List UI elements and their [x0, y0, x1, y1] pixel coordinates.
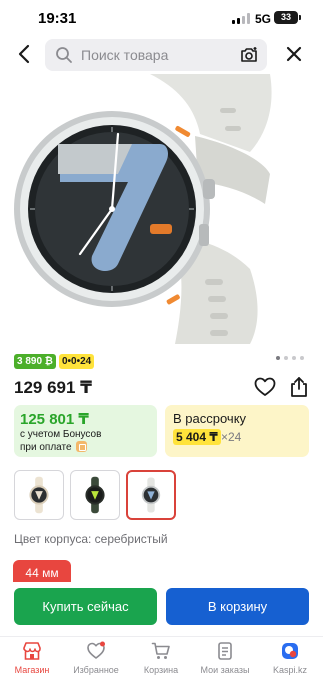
tab-cart[interactable]: Корзина — [129, 641, 193, 685]
promo-badges: 3 890 ₿ 0•0•24 — [14, 354, 95, 369]
installment-card[interactable]: В рассрочку 5 404 ₸ ×24 — [165, 405, 309, 457]
bottom-tab-bar: Магазин Избранное Корзина Мои заказы Kas… — [0, 636, 323, 699]
status-time: 19:31 — [38, 10, 77, 27]
variant-silver[interactable] — [126, 470, 176, 520]
bonus-badge: 3 890 ₿ — [14, 354, 56, 369]
tab-label-shop: Магазин — [14, 665, 50, 675]
tab-label-cart: Корзина — [143, 665, 179, 675]
tab-label-kaspi: Kaspi.kz — [272, 665, 307, 675]
shop-icon — [23, 642, 41, 660]
installment-amount: 5 404 ₸ — [173, 429, 221, 445]
installment-months: ×24 — [221, 430, 242, 444]
search-box[interactable] — [45, 39, 267, 71]
search-input[interactable] — [81, 39, 231, 71]
carousel-dot[interactable] — [300, 356, 304, 360]
carousel-dot[interactable] — [284, 356, 288, 360]
cart-icon — [151, 642, 170, 659]
bonus-coin-icon — [76, 441, 88, 452]
signal-icon — [232, 13, 250, 24]
carousel-dots[interactable] — [276, 356, 304, 360]
favorites-heart-icon — [87, 641, 105, 659]
product-page: 19:31 5G 33 Поиск товара 3 890 ₿ 0•0•24 … — [0, 0, 323, 699]
action-bar: Купить сейчас В корзину — [0, 582, 323, 634]
installment-title: В рассрочку — [173, 411, 247, 426]
product-price: 129 691 ₸ — [14, 378, 93, 397]
carousel-dot[interactable] — [292, 356, 296, 360]
tab-orders[interactable]: Мои заказы — [193, 641, 257, 685]
bonus-note-line2: при оплате — [20, 442, 72, 453]
share-icon[interactable] — [289, 376, 309, 398]
search-icon — [56, 47, 72, 63]
camera-search-icon[interactable] — [239, 45, 259, 65]
bonus-price: 125 801 ₸ — [20, 411, 89, 428]
buy-now-button[interactable]: Купить сейчас — [14, 588, 157, 625]
bonus-note-line1: с учетом Бонусов — [20, 429, 102, 440]
tab-kaspi[interactable]: Kaspi.kz — [258, 641, 322, 685]
variant-green[interactable] — [70, 470, 120, 520]
watch-cream-icon — [29, 476, 49, 514]
variant-cream[interactable] — [14, 470, 64, 520]
tab-label-favorites: Избранное — [73, 665, 119, 675]
tab-shop[interactable]: Магазин — [0, 641, 64, 685]
carousel-dot[interactable] — [276, 356, 280, 360]
search-header — [0, 36, 323, 74]
battery-icon: 33 — [274, 11, 301, 24]
back-arrow-icon[interactable] — [10, 40, 38, 68]
bonus-price-card[interactable]: 125 801 ₸ с учетом Бонусов при оплате — [14, 405, 157, 457]
status-bar: 19:31 5G 33 — [0, 0, 323, 36]
orders-icon — [218, 642, 232, 660]
installment-badge: 0•0•24 — [58, 354, 95, 369]
close-icon[interactable] — [280, 40, 308, 68]
tab-favorites[interactable]: Избранное — [64, 641, 128, 685]
favorite-heart-icon[interactable] — [254, 377, 276, 397]
watch-green-icon — [85, 476, 105, 514]
bonus-note: с учетом Бонусов при оплате — [20, 428, 120, 454]
kaspi-icon — [282, 643, 298, 659]
case-color-label: Цвет корпуса: серебристый — [14, 532, 168, 546]
add-to-cart-button[interactable]: В корзину — [166, 588, 309, 625]
network-label: 5G — [255, 12, 272, 26]
tab-label-orders: Мои заказы — [200, 665, 250, 675]
watch-silver-icon — [141, 477, 161, 513]
product-image[interactable] — [0, 74, 323, 344]
